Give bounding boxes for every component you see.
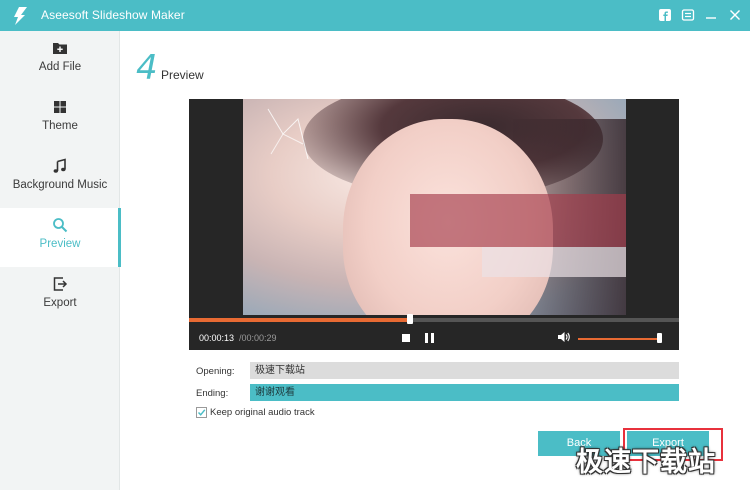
sidebar-item-export[interactable]: Export: [0, 267, 120, 326]
overlay-block-red: [410, 194, 626, 247]
add-file-icon: [53, 43, 67, 54]
page-title: Preview: [161, 68, 204, 82]
ending-text-field[interactable]: 谢谢观看: [250, 384, 679, 401]
opening-label: Opening:: [196, 366, 235, 377]
sidebar-item-label: Theme: [42, 120, 78, 132]
app-logo-icon: [14, 7, 27, 25]
music-note-icon: [53, 158, 66, 173]
search-icon: [53, 218, 68, 233]
sidebar-item-theme[interactable]: Theme: [0, 90, 120, 149]
title-bar: Aseesoft Slideshow Maker: [0, 0, 750, 31]
pause-icon[interactable]: [425, 333, 435, 343]
facebook-icon[interactable]: [658, 8, 672, 22]
total-time: /00:00:29: [239, 333, 277, 343]
watermark: 极速下载站: [576, 447, 716, 478]
minimize-icon[interactable]: [704, 8, 718, 22]
volume-icon[interactable]: [557, 331, 571, 343]
sidebar: Add File Theme Background Music Preview: [0, 31, 121, 490]
keep-audio-checkbox[interactable]: [196, 407, 207, 418]
sidebar-item-label: Add File: [38, 61, 82, 73]
export-icon: [53, 277, 68, 291]
close-icon[interactable]: [728, 8, 742, 22]
keep-audio-label: Keep original audio track: [210, 407, 315, 418]
sidebar-item-preview[interactable]: Preview: [0, 208, 121, 267]
current-time: 00:00:13: [199, 333, 235, 343]
stop-icon[interactable]: [402, 334, 410, 342]
sidebar-item-label: Preview: [39, 238, 81, 250]
ending-label: Ending:: [196, 388, 229, 399]
overlay-block-light: [482, 247, 626, 277]
video-player: 00:00:13 /00:00:29: [189, 99, 679, 350]
sidebar-item-add-file[interactable]: Add File: [0, 31, 120, 90]
sidebar-item-label: Background Music: [12, 179, 108, 191]
video-preview[interactable]: [243, 99, 626, 315]
step-number: 4: [136, 48, 158, 88]
sidebar-item-label: Export: [43, 297, 77, 309]
theme-grid-icon: [54, 101, 66, 113]
menu-icon[interactable]: [681, 8, 695, 22]
progress-handle[interactable]: [406, 314, 413, 324]
volume-fill: [578, 338, 661, 340]
checkmark-icon: [197, 409, 206, 416]
app-title: Aseesoft Slideshow Maker: [41, 8, 185, 22]
progress-fill: [189, 318, 410, 322]
decor-lines-icon: [267, 108, 309, 160]
volume-handle[interactable]: [657, 333, 663, 343]
opening-text-field[interactable]: 极速下载站: [250, 362, 679, 379]
sidebar-item-background-music[interactable]: Background Music: [0, 149, 120, 208]
